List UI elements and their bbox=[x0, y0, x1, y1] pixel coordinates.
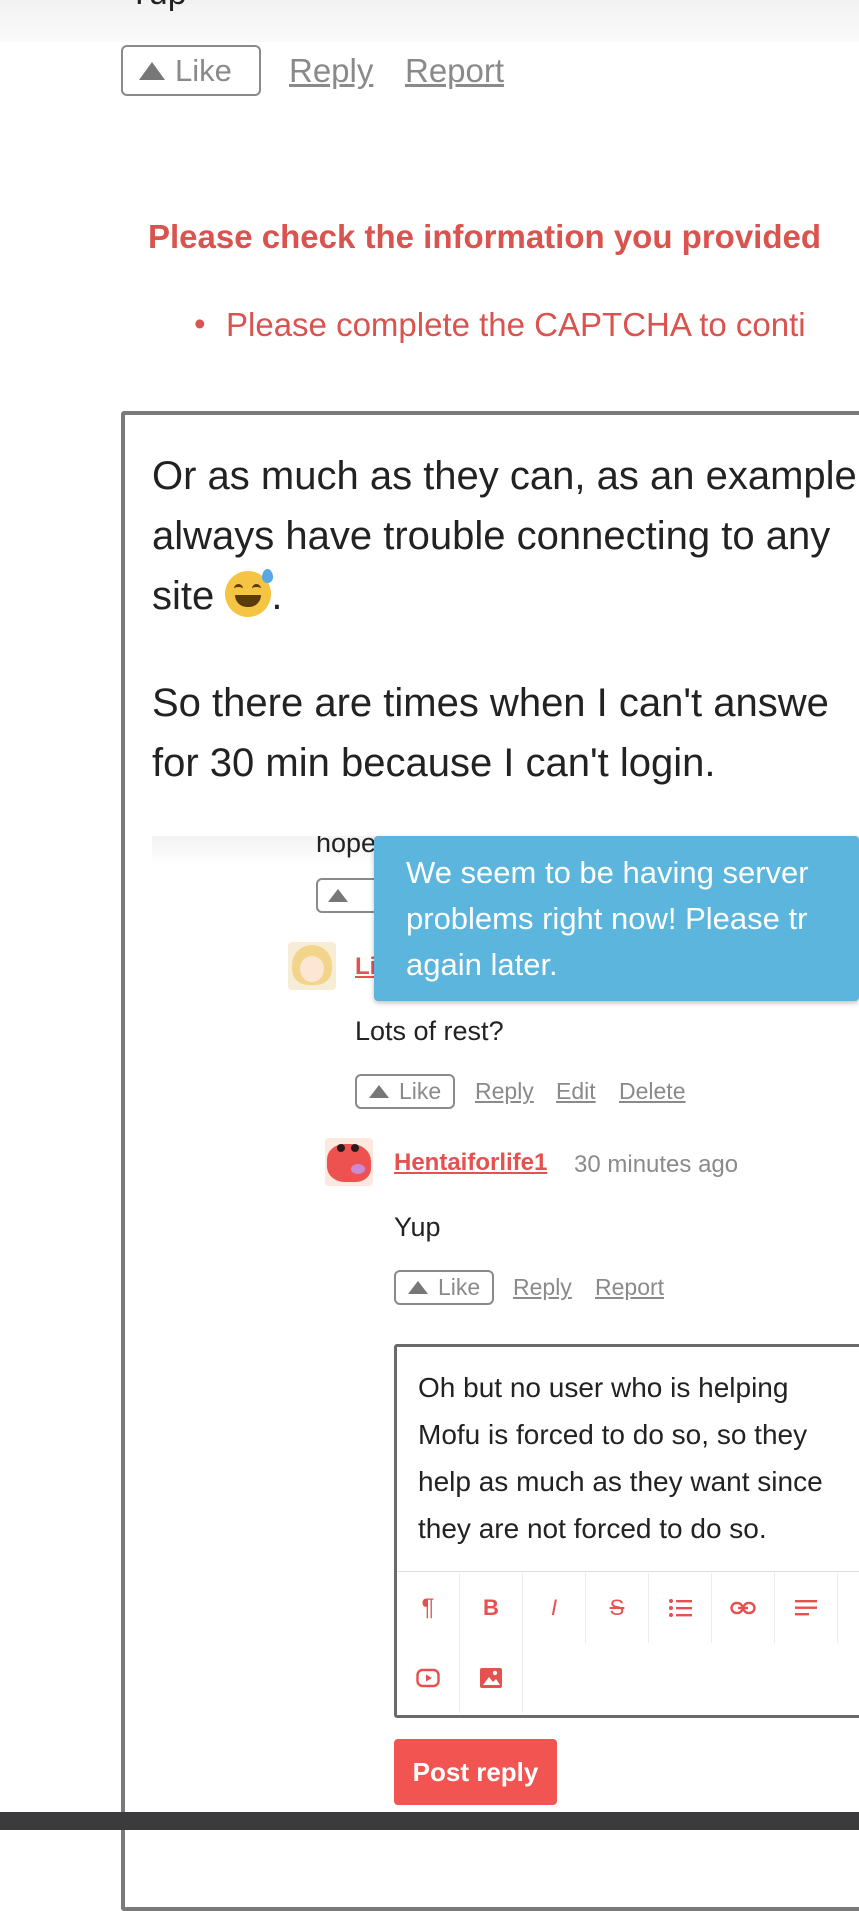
toast-line: problems right now! Please tr bbox=[406, 901, 808, 936]
error-item: Please complete the CAPTCHA to conti bbox=[194, 305, 806, 344]
link-icon[interactable] bbox=[712, 1573, 775, 1643]
editor-line: always have trouble connecting to any bbox=[152, 514, 831, 558]
bold-icon[interactable]: B bbox=[460, 1573, 523, 1643]
edit-link[interactable]: Edit bbox=[556, 1078, 596, 1105]
avatar[interactable] bbox=[325, 1138, 373, 1186]
embedded-cut-text: hope bbox=[316, 836, 377, 858]
like-button[interactable]: Like bbox=[121, 45, 261, 96]
upvote-icon bbox=[408, 1281, 428, 1294]
like-button[interactable]: Like bbox=[394, 1270, 494, 1305]
sweat-smile-emoji-icon bbox=[225, 569, 274, 617]
italic-icon[interactable]: I bbox=[523, 1573, 586, 1643]
editor-line: So there are times when I can't answe bbox=[152, 681, 829, 725]
editor-line: Or as much as they can, as an example bbox=[152, 454, 857, 498]
align-icon[interactable] bbox=[775, 1573, 838, 1643]
report-link[interactable]: Report bbox=[595, 1274, 664, 1301]
upvote-icon bbox=[369, 1085, 389, 1098]
reply-link[interactable]: Reply bbox=[513, 1274, 572, 1301]
comment-body: Yup bbox=[394, 1212, 441, 1242]
comment-body: Lots of rest? bbox=[355, 1016, 504, 1046]
bottom-bar bbox=[0, 1812, 859, 1830]
previous-comment-text: Yup bbox=[128, 0, 187, 13]
report-link[interactable]: Report bbox=[405, 52, 504, 90]
author-name[interactable]: Hentaiforlife1 bbox=[394, 1149, 547, 1177]
editor-paragraph-1: Or as much as they can, as an example al… bbox=[152, 446, 857, 626]
image-icon[interactable] bbox=[460, 1643, 523, 1713]
formatting-toolbar-row-2 bbox=[397, 1643, 523, 1713]
delete-link[interactable]: Delete bbox=[619, 1078, 685, 1105]
toast-line: We seem to be having server bbox=[406, 855, 809, 890]
paragraph-icon[interactable]: ¶ bbox=[397, 1573, 460, 1643]
server-error-toast: We seem to be having server problems rig… bbox=[374, 836, 859, 1001]
reply-editor-text[interactable]: Oh but no user who is helping Mofu is fo… bbox=[418, 1364, 823, 1552]
editor-line: for 30 min because I can't login. bbox=[152, 741, 716, 785]
post-reply-button[interactable]: Post reply bbox=[394, 1739, 557, 1805]
editor-line-with-emoji: site . bbox=[152, 566, 857, 626]
upvote-icon bbox=[328, 889, 348, 902]
reply-line: they are not forced to do so. bbox=[418, 1513, 767, 1544]
comment-timestamp: 30 minutes ago bbox=[574, 1151, 739, 1178]
strikethrough-icon[interactable]: S bbox=[586, 1573, 649, 1643]
like-label: Like bbox=[399, 1078, 442, 1104]
like-label: Like bbox=[175, 52, 232, 88]
toast-line: again later. bbox=[406, 947, 558, 982]
like-button[interactable]: Like bbox=[355, 1074, 455, 1109]
error-title: Please check the information you provide… bbox=[148, 218, 822, 255]
upvote-icon bbox=[139, 61, 165, 80]
editor-paragraph-2: So there are times when I can't answe fo… bbox=[152, 673, 829, 793]
video-icon[interactable] bbox=[397, 1643, 460, 1713]
reply-line: help as much as they want since bbox=[418, 1466, 823, 1497]
like-label: Like bbox=[438, 1274, 481, 1300]
list-icon[interactable] bbox=[649, 1573, 712, 1643]
avatar[interactable] bbox=[288, 942, 336, 990]
reply-link[interactable]: Reply bbox=[289, 52, 373, 90]
reply-link[interactable]: Reply bbox=[475, 1078, 534, 1105]
formatting-toolbar: ¶ B I S bbox=[397, 1573, 838, 1643]
reply-line: Mofu is forced to do so, so they bbox=[418, 1419, 808, 1450]
toolbar-divider bbox=[397, 1571, 859, 1572]
reply-line: Oh but no user who is helping bbox=[418, 1372, 789, 1403]
